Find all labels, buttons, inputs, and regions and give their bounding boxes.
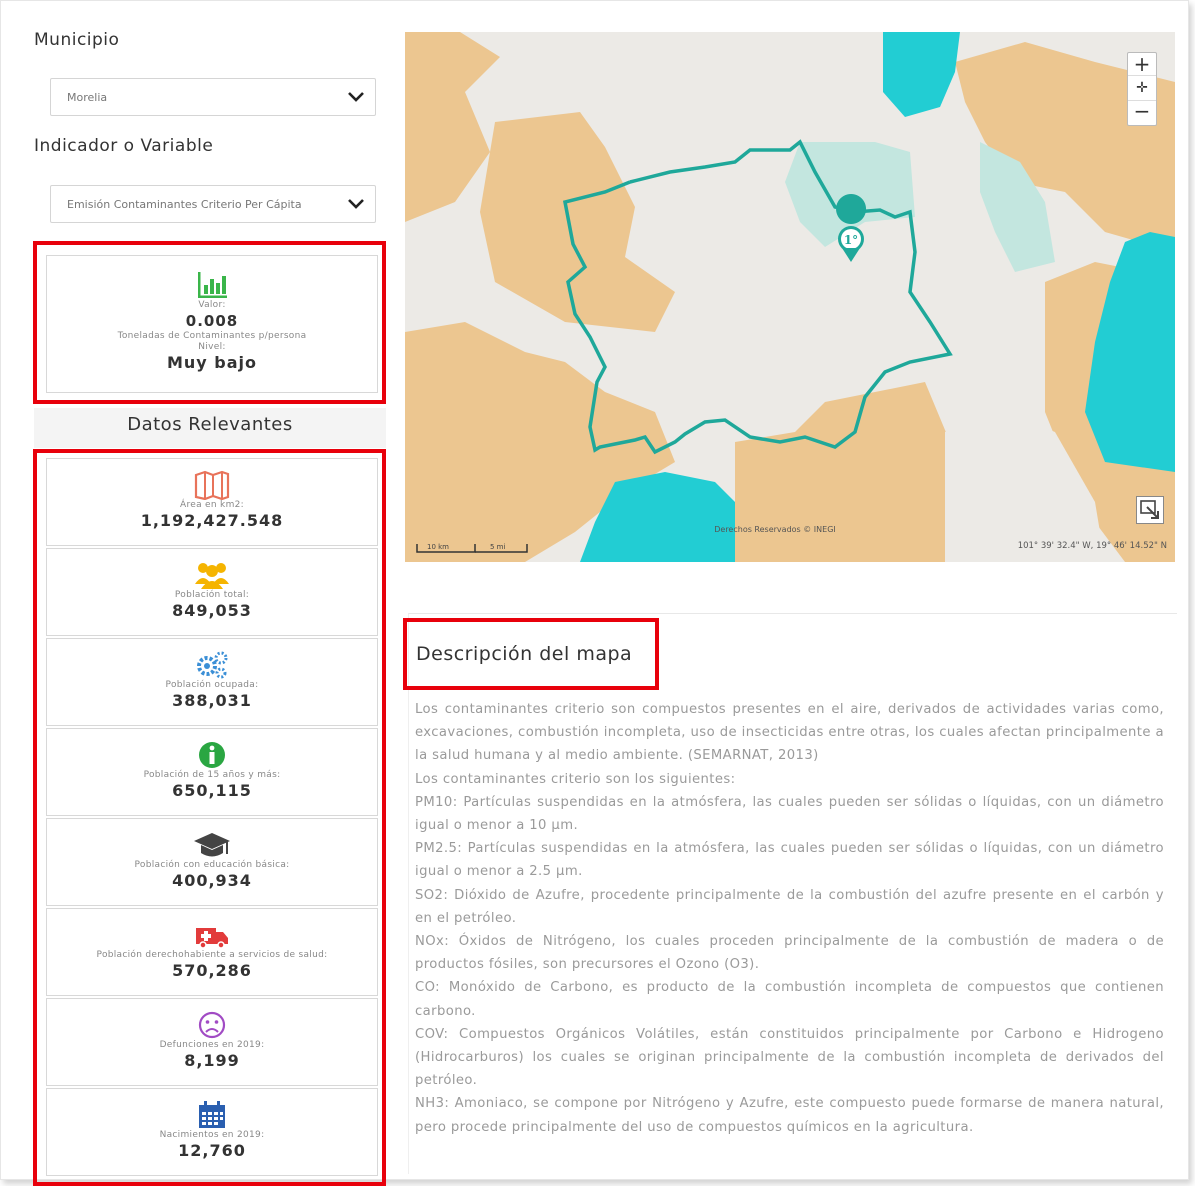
valor-label: Valor: (198, 300, 226, 310)
frown-icon (47, 1010, 377, 1040)
description-paragraph: Los contaminantes criterio son compuesto… (415, 702, 1164, 764)
description-paragraph: COV: Compuestos Orgánicos Volátiles, est… (415, 1026, 1164, 1089)
stat-value: 400,934 (172, 871, 252, 890)
indicador-value: Emisión Contaminantes Criterio Per Cápit… (67, 198, 302, 211)
description-paragraph: CO: Monóxido de Carbono, es producto de … (415, 980, 1164, 1019)
indicador-select[interactable]: Emisión Contaminantes Criterio Per Cápit… (50, 185, 376, 223)
stat-value: 1,192,427.548 (140, 511, 284, 530)
stat-card: Nacimientos en 2019: 12,760 (46, 1088, 378, 1176)
stat-card: Población total: 849,053 (46, 548, 378, 636)
stat-label: Nacimientos en 2019: (159, 1130, 265, 1140)
reset-view-icon[interactable]: ✛ (1128, 75, 1156, 101)
stat-card: Población con educación básica: 400,934 (46, 818, 378, 906)
description-paragraph: NOx: Óxidos de Nitrógeno, los cuales pro… (415, 934, 1164, 973)
stat-card: Población derechohabiente a servicios de… (46, 908, 378, 996)
calendar-icon (47, 1100, 377, 1130)
chevron-down-icon (348, 92, 364, 102)
municipio-select[interactable]: Morelia (50, 78, 376, 116)
graduation-cap-icon (47, 830, 377, 860)
stat-value: 12,760 (178, 1141, 246, 1160)
description-paragraph: PM2.5: Partículas suspendidas en la atmó… (415, 841, 1164, 880)
svg-text:5 mi: 5 mi (490, 543, 505, 551)
municipio-value: Morelia (67, 91, 108, 104)
unit-label: Toneladas de Contaminantes p/persona (117, 331, 307, 341)
description-text: Los contaminantes criterio son compuesto… (415, 698, 1164, 1139)
stat-label: Población derechohabiente a servicios de… (96, 950, 328, 960)
bar-chart-icon (198, 272, 227, 298)
info-icon (47, 740, 377, 770)
stat-value: 8,199 (184, 1051, 240, 1070)
chevron-down-icon (348, 199, 364, 209)
nivel-value: Muy bajo (166, 353, 258, 372)
map-view[interactable]: 1° 10 km 5 mi Derechos Reservados © INEG… (405, 32, 1175, 562)
datos-relevantes-heading: Datos Relevantes (34, 408, 386, 448)
stat-value: 650,115 (172, 781, 252, 800)
stat-card: Población de 15 años y más: 650,115 (46, 728, 378, 816)
valor-value: 0.008 (185, 312, 239, 330)
stat-card: Área en km2: 1,192,427.548 (46, 458, 378, 546)
zoom-out-button[interactable]: − (1128, 101, 1156, 123)
zoom-controls: + ✛ − (1127, 52, 1157, 126)
description-title: Descripción del mapa (416, 643, 633, 665)
description-paragraph: NH3: Amoniaco, se compone por Nitrógeno … (415, 1096, 1164, 1135)
zoom-in-button[interactable]: + (1128, 53, 1156, 75)
map-attribution: Derechos Reservados © INEGI (714, 525, 836, 534)
marker-label: 1° (844, 233, 858, 247)
indicador-label: Indicador o Variable (34, 136, 214, 156)
ambulance-icon (47, 920, 377, 950)
municipio-label: Municipio (34, 30, 120, 50)
nivel-label: Nivel: (198, 342, 226, 352)
choropleth-map: 1° 10 km 5 mi Derechos Reservados © INEG… (405, 32, 1175, 562)
stat-value: 388,031 (172, 691, 252, 710)
map-icon (47, 470, 377, 501)
stat-label: Población con educación básica: (134, 860, 290, 870)
expand-icon (1140, 500, 1159, 519)
stat-value: 849,053 (172, 601, 252, 620)
stat-label: Población ocupada: (165, 680, 259, 690)
users-icon (47, 560, 377, 590)
stat-label: Área en km2: (179, 500, 244, 510)
description-paragraph: Los contaminantes criterio son los sigui… (415, 771, 736, 787)
stat-value: 570,286 (172, 961, 252, 980)
fullscreen-button[interactable] (1136, 496, 1164, 524)
stat-card: Defunciones en 2019: 8,199 (46, 998, 378, 1086)
description-paragraph: PM10: Partículas suspendidas en la atmós… (415, 794, 1164, 834)
gears-icon (47, 650, 377, 680)
stat-label: Defunciones en 2019: (159, 1040, 265, 1050)
description-paragraph: SO2: Dióxido de Azufre, procedente princ… (415, 887, 1164, 926)
indicator-card: Valor: 0.008 Toneladas de Contaminantes … (46, 255, 378, 393)
map-coordinates: 101° 39' 32.4" W, 19° 46' 14.52" N (1018, 541, 1167, 551)
stat-label: Población de 15 años y más: (143, 770, 281, 780)
stat-label: Población total: (174, 590, 250, 600)
stat-card: Población ocupada: 388,031 (46, 638, 378, 726)
svg-text:10 km: 10 km (427, 543, 449, 551)
